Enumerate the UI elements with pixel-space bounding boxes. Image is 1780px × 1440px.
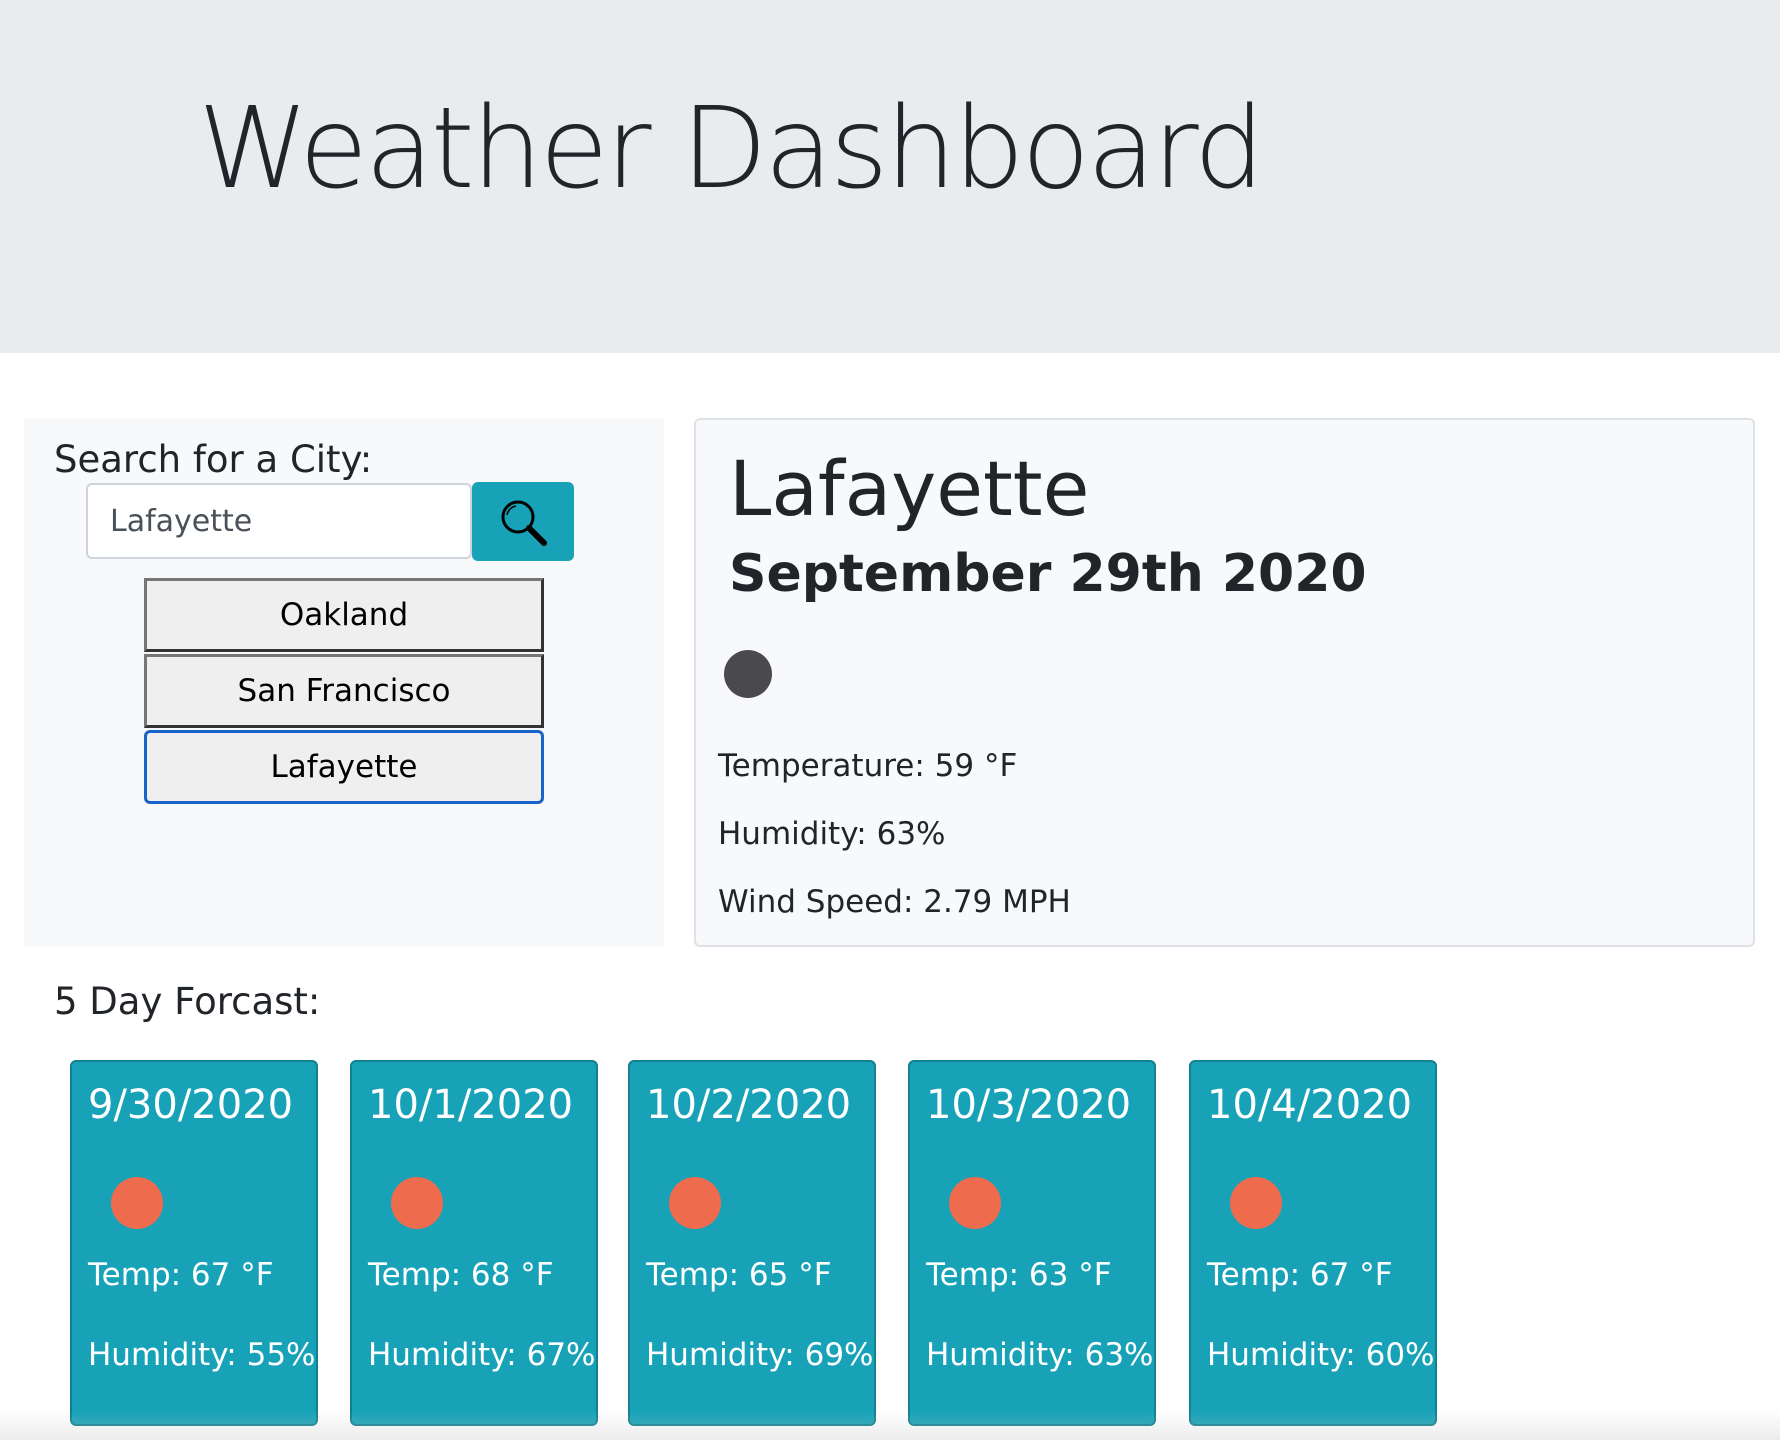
search-icon <box>501 500 547 546</box>
search-label: Search for a City: <box>54 438 373 481</box>
search-button[interactable] <box>472 482 574 561</box>
forecast-date: 9/30/2020 <box>88 1082 294 1128</box>
history-button-oakland[interactable]: Oakland <box>144 578 544 652</box>
forecast-temp: Temp: 67 °F <box>88 1257 274 1293</box>
current-city-name: Lafayette <box>729 444 1090 533</box>
current-humidity: Humidity: 63% <box>718 816 946 852</box>
header-jumbotron: Weather Dashboard <box>0 0 1780 353</box>
current-weather-card: Lafayette September 29th 2020 Temperatur… <box>694 418 1755 947</box>
forecast-humidity: Humidity: 60% <box>1207 1337 1435 1373</box>
sun-icon <box>111 1177 163 1229</box>
forecast-card: 10/3/2020 Temp: 63 °F Humidity: 63% <box>908 1060 1156 1426</box>
history-button-san-francisco[interactable]: San Francisco <box>144 654 544 728</box>
forecast-temp: Temp: 68 °F <box>368 1257 554 1293</box>
forecast-date: 10/3/2020 <box>926 1082 1132 1128</box>
sun-icon <box>669 1177 721 1229</box>
forecast-date: 10/4/2020 <box>1207 1082 1413 1128</box>
city-search-input[interactable] <box>86 483 472 559</box>
forecast-humidity: Humidity: 67% <box>368 1337 596 1373</box>
current-date: September 29th 2020 <box>729 544 1367 604</box>
sun-icon <box>1230 1177 1282 1229</box>
forecast-card: 10/4/2020 Temp: 67 °F Humidity: 60% <box>1189 1060 1437 1426</box>
forecast-temp: Temp: 63 °F <box>926 1257 1112 1293</box>
scroll-shadow <box>0 1410 1780 1440</box>
forecast-temp: Temp: 67 °F <box>1207 1257 1393 1293</box>
search-panel: Search for a City: Oakland San Francisco… <box>24 418 664 947</box>
current-wind-speed: Wind Speed: 2.79 MPH <box>718 884 1071 920</box>
current-temperature: Temperature: 59 °F <box>718 748 1018 784</box>
sun-icon <box>391 1177 443 1229</box>
forecast-date: 10/2/2020 <box>646 1082 852 1128</box>
history-button-lafayette[interactable]: Lafayette <box>144 730 544 804</box>
forecast-humidity: Humidity: 63% <box>926 1337 1154 1373</box>
sun-icon <box>949 1177 1001 1229</box>
forecast-date: 10/1/2020 <box>368 1082 574 1128</box>
forecast-card: 9/30/2020 Temp: 67 °F Humidity: 55% <box>70 1060 318 1426</box>
forecast-card: 10/2/2020 Temp: 65 °F Humidity: 69% <box>628 1060 876 1426</box>
forecast-card: 10/1/2020 Temp: 68 °F Humidity: 67% <box>350 1060 598 1426</box>
weather-icon <box>724 650 772 698</box>
forecast-humidity: Humidity: 55% <box>88 1337 316 1373</box>
forecast-heading: 5 Day Forcast: <box>54 980 321 1023</box>
forecast-temp: Temp: 65 °F <box>646 1257 832 1293</box>
forecast-humidity: Humidity: 69% <box>646 1337 874 1373</box>
page-title: Weather Dashboard <box>198 84 1265 214</box>
